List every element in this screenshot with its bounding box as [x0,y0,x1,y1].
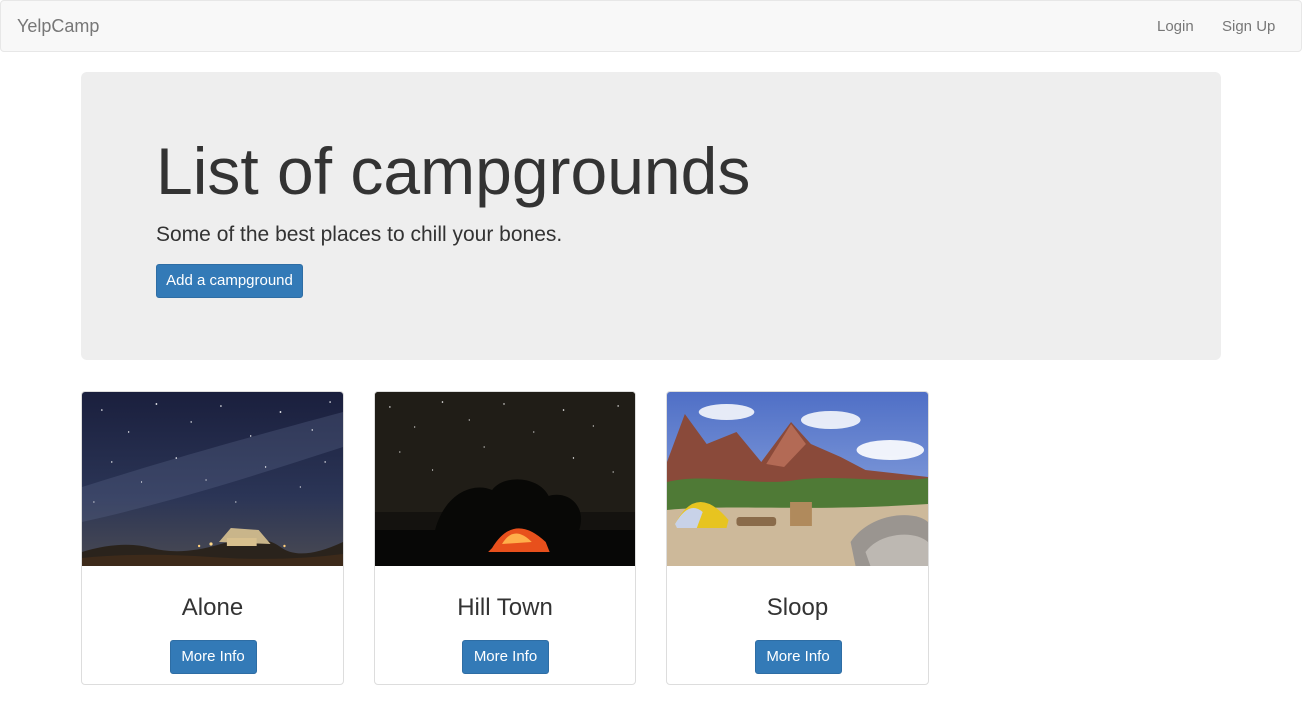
more-info-button[interactable]: More Info [169,640,257,674]
login-link[interactable]: Login [1157,18,1194,35]
campground-image[interactable] [667,392,928,566]
add-campground-button[interactable]: Add a campground [156,264,303,298]
jumbotron: List of campgrounds Some of the best pla… [81,72,1221,360]
campground-name: Hill Town [457,594,553,621]
campground-image[interactable] [375,392,635,566]
campground-card: Alone More Info [81,391,344,685]
brand-link[interactable]: YelpCamp [17,16,99,37]
campground-card: Hill Town More Info [374,391,636,685]
signup-link[interactable]: Sign Up [1222,18,1275,35]
page-title: List of campgrounds [156,134,751,208]
navbar: YelpCamp Login Sign Up [0,0,1302,52]
campground-card: Sloop More Info [666,391,929,685]
campground-name: Sloop [766,594,829,621]
campground-image[interactable] [82,392,343,566]
more-info-button[interactable]: More Info [754,640,842,674]
campground-name: Alone [181,594,244,621]
page-subtitle: Some of the best places to chill your bo… [156,223,563,246]
more-info-button[interactable]: More Info [462,640,549,674]
